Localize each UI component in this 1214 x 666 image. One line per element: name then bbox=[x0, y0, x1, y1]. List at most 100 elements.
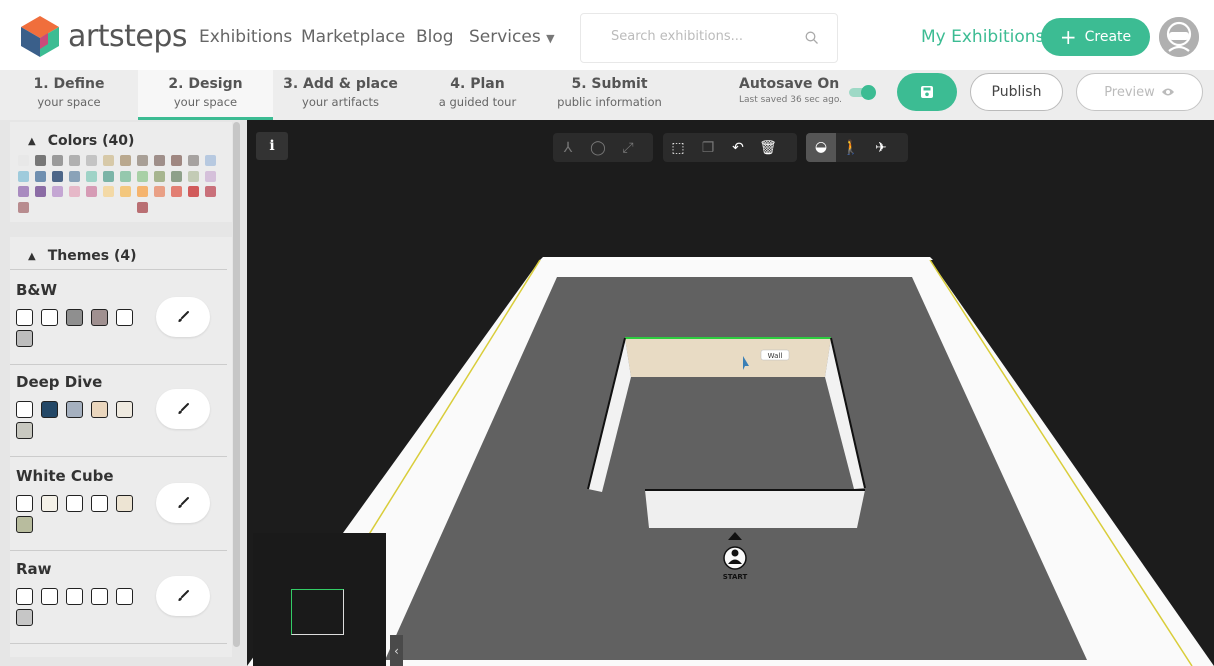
apply-theme-button[interactable] bbox=[156, 389, 210, 429]
color-swatch[interactable] bbox=[52, 155, 63, 166]
apply-theme-button[interactable] bbox=[156, 483, 210, 523]
theme-swatch[interactable] bbox=[16, 330, 33, 347]
theme-swatch[interactable] bbox=[16, 588, 33, 605]
theme-swatch[interactable] bbox=[41, 588, 58, 605]
drone-view-icon[interactable]: ✈ bbox=[866, 140, 896, 156]
color-swatch[interactable] bbox=[120, 155, 131, 166]
theme-swatch[interactable] bbox=[91, 309, 108, 326]
step-design[interactable]: 2. Design your space bbox=[138, 70, 273, 120]
walk-view-icon[interactable]: 🚶 bbox=[836, 140, 866, 156]
color-swatch[interactable] bbox=[171, 170, 182, 182]
theme-item[interactable]: White Cube bbox=[10, 457, 227, 551]
color-swatch[interactable] bbox=[18, 186, 29, 197]
theme-swatch[interactable] bbox=[16, 495, 33, 512]
nav-blog[interactable]: Blog bbox=[416, 27, 454, 47]
theme-swatch[interactable] bbox=[16, 401, 33, 418]
theme-swatch[interactable] bbox=[91, 401, 108, 418]
nav-services[interactable]: Services ▼ bbox=[469, 27, 555, 47]
artsteps-logo[interactable]: artsteps bbox=[18, 14, 188, 58]
search-icon[interactable] bbox=[805, 31, 819, 45]
theme-swatch[interactable] bbox=[66, 495, 83, 512]
color-swatch[interactable] bbox=[137, 186, 148, 197]
user-avatar[interactable] bbox=[1159, 17, 1199, 57]
color-swatch[interactable] bbox=[154, 170, 165, 182]
color-swatch[interactable] bbox=[35, 155, 46, 166]
apply-theme-button[interactable] bbox=[156, 297, 210, 337]
color-swatch[interactable] bbox=[205, 186, 216, 197]
color-swatch[interactable] bbox=[103, 186, 114, 197]
save-button[interactable] bbox=[897, 73, 957, 111]
color-swatch[interactable] bbox=[69, 155, 80, 166]
color-swatch[interactable] bbox=[205, 170, 216, 182]
apply-theme-button[interactable] bbox=[156, 576, 210, 616]
theme-swatch[interactable] bbox=[16, 609, 33, 626]
color-swatch[interactable] bbox=[188, 170, 199, 182]
color-swatch[interactable] bbox=[52, 186, 63, 197]
step-submit[interactable]: 5. Submit public information bbox=[542, 70, 677, 120]
minimap[interactable] bbox=[253, 533, 386, 666]
theme-swatch[interactable] bbox=[41, 401, 58, 418]
theme-swatch[interactable] bbox=[41, 495, 58, 512]
copy-icon[interactable]: ❐ bbox=[693, 140, 723, 156]
colors-panel-header[interactable]: ▲ Colors (40) bbox=[28, 133, 134, 149]
theme-swatch[interactable] bbox=[91, 588, 108, 605]
color-swatch[interactable] bbox=[18, 170, 29, 182]
color-swatch[interactable] bbox=[18, 201, 29, 213]
color-swatch[interactable] bbox=[103, 155, 114, 166]
color-swatch[interactable] bbox=[86, 170, 97, 182]
color-swatch[interactable] bbox=[35, 170, 46, 182]
theme-swatch[interactable] bbox=[91, 495, 108, 512]
color-swatch[interactable] bbox=[69, 186, 80, 197]
create-button[interactable]: + Create bbox=[1041, 18, 1150, 56]
color-swatch[interactable] bbox=[120, 170, 131, 182]
scale-icon[interactable]: ⤢ bbox=[613, 140, 643, 156]
color-swatch[interactable] bbox=[86, 186, 97, 197]
color-swatch[interactable] bbox=[18, 155, 29, 166]
color-swatch[interactable] bbox=[137, 155, 148, 166]
themes-panel-header[interactable]: ▲ Themes (4) bbox=[28, 248, 137, 264]
color-swatch[interactable] bbox=[205, 155, 216, 166]
axis-icon[interactable]: ⅄ bbox=[553, 140, 583, 156]
publish-button[interactable]: Publish bbox=[970, 73, 1063, 111]
nav-marketplace[interactable]: Marketplace bbox=[301, 27, 405, 47]
color-swatch[interactable] bbox=[188, 186, 199, 197]
undo-icon[interactable]: ↶ bbox=[723, 140, 753, 156]
theme-swatch[interactable] bbox=[16, 516, 33, 533]
color-swatch[interactable] bbox=[188, 155, 199, 166]
3d-viewport[interactable]: Wall START i bbox=[247, 120, 1214, 666]
color-swatch[interactable] bbox=[154, 186, 165, 197]
step-plan[interactable]: 4. Plan a guided tour bbox=[410, 70, 545, 120]
orbit-view-icon[interactable]: ◒ bbox=[806, 133, 836, 162]
theme-swatch[interactable] bbox=[116, 309, 133, 326]
theme-swatch[interactable] bbox=[116, 495, 133, 512]
color-swatch[interactable] bbox=[103, 170, 114, 182]
color-swatch[interactable] bbox=[154, 155, 165, 166]
theme-swatch[interactable] bbox=[116, 401, 133, 418]
rotate-icon[interactable]: ◯ bbox=[583, 140, 613, 156]
my-exhibitions-link[interactable]: My Exhibitions bbox=[921, 27, 1044, 47]
step-add-place[interactable]: 3. Add & place your artifacts bbox=[273, 70, 408, 120]
theme-item[interactable]: Deep Dive bbox=[10, 363, 227, 457]
trash-icon[interactable]: 🗑 bbox=[753, 140, 783, 156]
autosave-toggle[interactable] bbox=[849, 85, 876, 100]
theme-swatch[interactable] bbox=[66, 588, 83, 605]
preview-button[interactable]: Preview bbox=[1076, 73, 1203, 111]
color-swatch[interactable] bbox=[171, 155, 182, 166]
color-swatch[interactable] bbox=[171, 186, 182, 197]
search-box[interactable] bbox=[580, 13, 838, 63]
color-swatch[interactable] bbox=[137, 170, 148, 182]
search-input[interactable] bbox=[611, 29, 791, 44]
theme-swatch[interactable] bbox=[16, 309, 33, 326]
color-swatch[interactable] bbox=[69, 170, 80, 182]
color-swatch[interactable] bbox=[86, 155, 97, 166]
step-define[interactable]: 1. Define your space bbox=[0, 70, 138, 120]
theme-item[interactable]: B&W bbox=[10, 271, 227, 365]
color-swatch[interactable] bbox=[52, 170, 63, 182]
theme-swatch[interactable] bbox=[66, 401, 83, 418]
theme-swatch[interactable] bbox=[16, 422, 33, 439]
color-swatch[interactable] bbox=[120, 186, 131, 197]
theme-swatch[interactable] bbox=[116, 588, 133, 605]
color-swatch[interactable] bbox=[137, 201, 148, 213]
color-swatch[interactable] bbox=[35, 186, 46, 197]
info-button[interactable]: i bbox=[256, 132, 288, 160]
